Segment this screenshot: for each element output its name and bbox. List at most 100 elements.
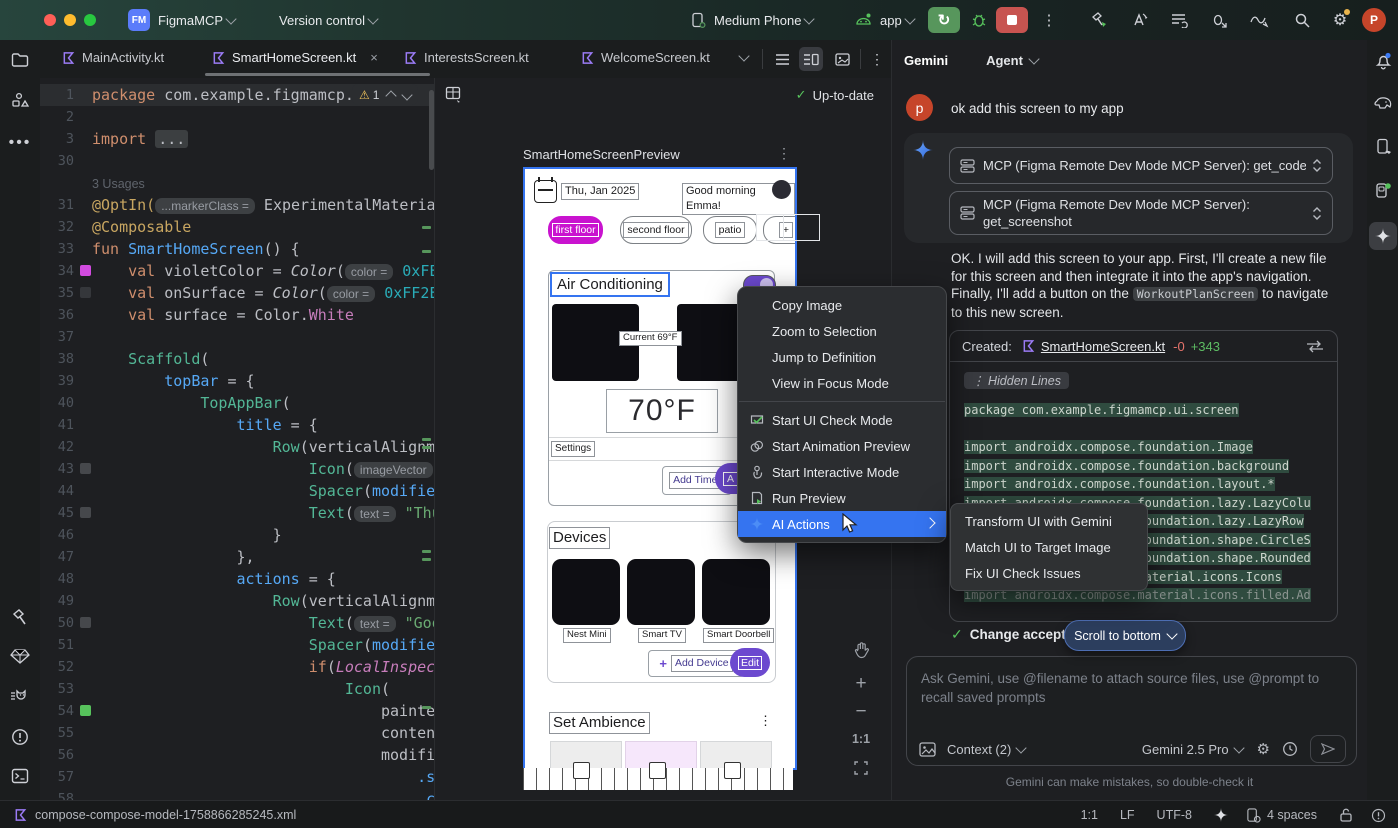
submenu-item-transform-ui-with-gemini[interactable]: Transform UI with Gemini xyxy=(951,508,1147,534)
code-line[interactable]: 54 painter xyxy=(40,700,434,722)
gutter-color-swatch[interactable] xyxy=(80,287,91,298)
selection-handle[interactable] xyxy=(756,214,820,241)
preview-options-kebab[interactable]: ⋮ xyxy=(777,145,791,162)
code-line[interactable]: 51 Spacer(modifier xyxy=(40,634,434,656)
translate-actions-button[interactable] xyxy=(1123,7,1155,33)
code-line[interactable]: 49 Row(verticalAlignmen xyxy=(40,590,434,612)
device-selector[interactable]: Medium Phone xyxy=(690,12,813,28)
submenu-item-match-ui-to-target-image[interactable]: Match UI to Target Image xyxy=(951,534,1147,560)
code-line[interactable]: 33fun SmartHomeScreen() { xyxy=(40,238,434,260)
chip-first-floor[interactable]: first floor xyxy=(548,216,603,244)
gemini-tool-button[interactable] xyxy=(1367,222,1398,250)
build-tool-button[interactable] xyxy=(0,608,40,626)
context-selector[interactable]: Context (2) xyxy=(947,742,1011,757)
gutter-color-swatch[interactable] xyxy=(80,265,91,276)
code-line[interactable]: 42 Row(verticalAlignmen xyxy=(40,436,434,458)
gutter-color-swatch[interactable] xyxy=(80,705,91,716)
tab-smarthomescreen[interactable]: SmartHomeScreen.kt × xyxy=(212,40,378,75)
hidden-lines-pill[interactable]: ⋮ Hidden Lines xyxy=(964,372,1069,389)
submenu-item-fix-ui-check-issues[interactable]: Fix UI Check Issues xyxy=(951,560,1147,586)
tool-call-get-code[interactable]: MCP (Figma Remote Dev Mode MCP Server): … xyxy=(949,147,1333,184)
terminal-tool-button[interactable] xyxy=(0,768,40,784)
gutter-color-swatch[interactable] xyxy=(80,507,91,518)
profile-avatar[interactable] xyxy=(772,180,791,199)
logcat-tool-button[interactable] xyxy=(0,688,40,705)
code-line[interactable]: 3import ... xyxy=(40,128,434,150)
code-line[interactable]: 30 xyxy=(40,150,434,172)
editor-options-button[interactable]: ⋮ xyxy=(865,47,889,71)
prev-problem-icon[interactable] xyxy=(386,90,397,101)
code-line[interactable]: 58 .cli xyxy=(40,788,434,800)
device-image[interactable] xyxy=(627,559,695,625)
code-line[interactable]: 56 modifier xyxy=(40,744,434,766)
code-line[interactable]: 32@Composable xyxy=(40,216,434,238)
tab-welcomescreen[interactable]: WelcomeScreen.kt xyxy=(581,40,710,75)
app-quality-insights-tool-button[interactable] xyxy=(0,648,40,665)
profiler-button[interactable] xyxy=(1243,7,1275,33)
tab-list-chevron[interactable] xyxy=(740,55,748,60)
gradle-tool-button[interactable] xyxy=(1367,96,1398,111)
pan-button[interactable] xyxy=(847,636,875,664)
code-line[interactable]: 46 } xyxy=(40,524,434,546)
menu-item-start-interactive-mode[interactable]: Start Interactive Mode xyxy=(738,459,946,485)
zoom-out-button[interactable]: − xyxy=(847,700,875,724)
stop-button[interactable] xyxy=(996,7,1028,33)
run-config-selector[interactable]: app xyxy=(855,13,914,28)
tab-mainactivity[interactable]: MainActivity.kt xyxy=(62,40,164,75)
error-highlight-icon[interactable] xyxy=(1371,808,1386,823)
close-window-button[interactable] xyxy=(44,14,56,26)
code-editor[interactable]: 1package com.example.figmamcp.u23import … xyxy=(40,78,434,800)
indent-setting[interactable]: 4 spaces xyxy=(1267,808,1317,822)
next-problem-icon[interactable] xyxy=(402,89,413,100)
menu-item-copy-image[interactable]: Copy Image xyxy=(738,292,946,318)
line-ending[interactable]: LF xyxy=(1120,808,1135,822)
gutter-color-swatch[interactable] xyxy=(80,463,91,474)
todo-list-button[interactable] xyxy=(1163,7,1195,33)
device-image[interactable] xyxy=(702,559,770,625)
zoom-reset-button[interactable]: 1:1 xyxy=(847,728,875,750)
code-line[interactable]: 31@OptIn(...markerClass = ExperimentalMa… xyxy=(40,194,434,216)
inspections-widget[interactable]: ⚠ 1 xyxy=(352,84,418,105)
attach-image-icon[interactable] xyxy=(919,742,936,757)
design-view-button[interactable] xyxy=(830,47,854,71)
code-line[interactable]: 53 Icon( xyxy=(40,678,434,700)
ambience-kebab[interactable]: ⋮ xyxy=(759,713,772,729)
more-run-actions-button[interactable]: ⋮ xyxy=(1033,7,1065,33)
menu-item-view-in-focus-mode[interactable]: View in Focus Mode xyxy=(738,370,946,396)
caret-position[interactable]: 1:1 xyxy=(1081,808,1098,822)
code-line[interactable]: 35 val onSurface = Color(color = 0xFF2E2 xyxy=(40,282,434,304)
code-line[interactable]: 34 val violetColor = Color(color = 0xFEB xyxy=(40,260,434,282)
vcs-widget[interactable]: Version control xyxy=(271,13,377,28)
code-line[interactable]: 43 Icon(imageVector xyxy=(40,458,434,480)
project-tool-button[interactable] xyxy=(0,52,40,68)
build-run-button[interactable] xyxy=(1083,7,1115,33)
code-line[interactable]: 57 .siz xyxy=(40,766,434,788)
code-line[interactable]: 41 title = { xyxy=(40,414,434,436)
preview-layout-button[interactable] xyxy=(445,86,462,103)
close-tab-icon[interactable]: × xyxy=(370,50,378,65)
settings-button[interactable]: ⚙ xyxy=(1324,7,1356,33)
file-encoding[interactable]: UTF-8 xyxy=(1157,808,1192,822)
scroll-to-bottom-button[interactable]: Scroll to bottom xyxy=(1064,620,1186,651)
code-line[interactable]: 50 Text(text = "Good xyxy=(40,612,434,634)
gemini-status-icon[interactable] xyxy=(1214,808,1228,822)
unlock-icon[interactable] xyxy=(1339,808,1353,823)
model-selector[interactable]: Gemini 2.5 Pro xyxy=(1142,742,1229,757)
diff-icon[interactable] xyxy=(1305,340,1325,353)
menu-item-run-preview[interactable]: Run Preview xyxy=(738,485,946,511)
code-line[interactable]: 36 val surface = Color.White xyxy=(40,304,434,326)
gemini-prompt-input[interactable]: Ask Gemini, use @filename to attach sour… xyxy=(906,656,1357,766)
zoom-to-fit-button[interactable] xyxy=(847,756,875,780)
code-line[interactable]: 45 Text(text = "Thu, xyxy=(40,502,434,524)
code-view-button[interactable] xyxy=(770,47,794,71)
gutter-color-swatch[interactable] xyxy=(80,617,91,628)
code-line[interactable]: 48 actions = { xyxy=(40,568,434,590)
tab-interestsscreen[interactable]: InterestsScreen.kt xyxy=(404,40,529,75)
chip-second-floor[interactable]: second floor xyxy=(620,216,692,244)
code-line[interactable]: 55 contentD xyxy=(40,722,434,744)
more-tools-button[interactable]: ••• xyxy=(0,134,40,152)
zoom-in-button[interactable]: + xyxy=(847,672,875,696)
code-line[interactable]: 40 TopAppBar( xyxy=(40,392,434,414)
avatar[interactable]: P xyxy=(1362,8,1386,32)
menu-item-start-ui-check-mode[interactable]: Start UI Check Mode xyxy=(738,407,946,433)
